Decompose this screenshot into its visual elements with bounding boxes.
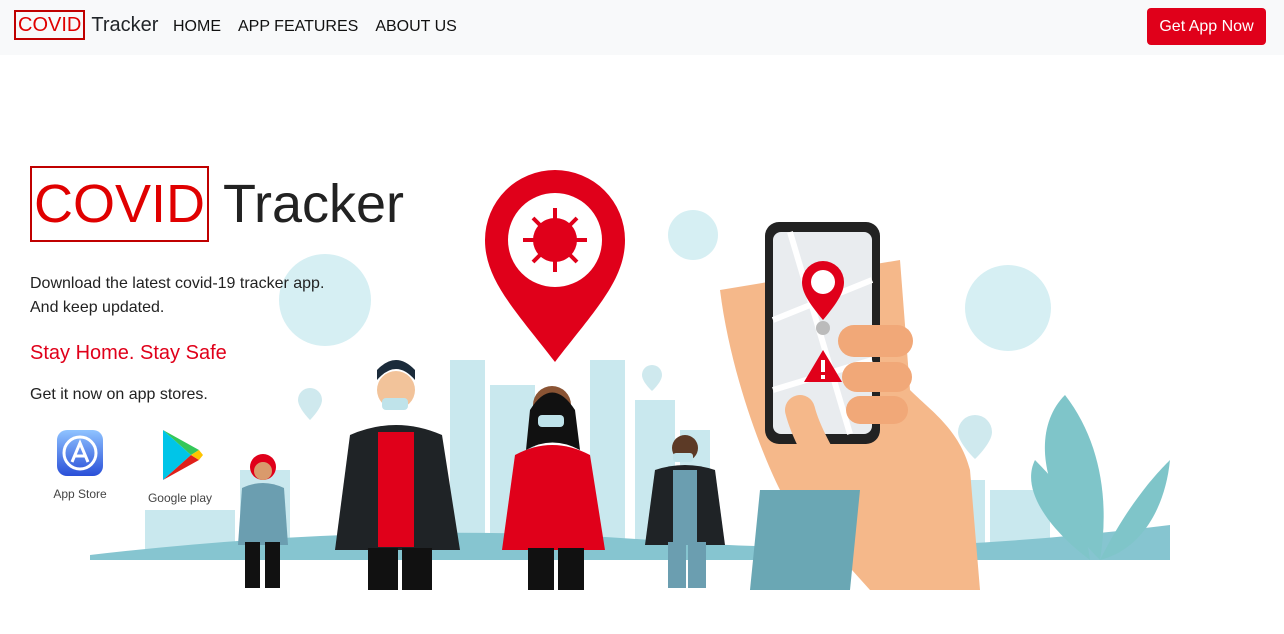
brand-covid-text: COVID <box>14 10 86 40</box>
hero-slogan: Stay Home. Stay Safe <box>30 342 227 364</box>
hero-title-covid: COVID <box>30 166 210 242</box>
nav-link-about-us[interactable]: ABOUT US <box>375 16 457 38</box>
decor-circle <box>965 265 1051 351</box>
nav-menu: HOME APP FEATURES ABOUT US <box>173 16 474 38</box>
nav-link-home[interactable]: HOME <box>173 16 221 38</box>
brand-tracker-text: Tracker <box>91 14 159 36</box>
brand-logo[interactable]: COVID Tracker <box>14 10 158 40</box>
google-play-link[interactable]: Google play <box>144 428 216 505</box>
nav-link-app-features[interactable]: APP FEATURES <box>238 16 358 38</box>
get-it-text: Get it now on app stores. <box>30 386 208 403</box>
app-store-link[interactable]: App Store <box>50 428 110 501</box>
hero-description-line2: And keep updated. <box>30 299 165 316</box>
app-store-icon <box>57 430 103 476</box>
google-play-label: Google play <box>147 491 213 505</box>
get-app-now-button[interactable]: Get App Now <box>1147 8 1266 45</box>
virus-location-pin <box>485 170 625 362</box>
hero-description-line1: Download the latest covid-19 tracker app… <box>30 275 325 292</box>
hero-title-tracker: Tracker <box>223 174 405 234</box>
hero-description: Download the latest covid-19 tracker app… <box>30 272 324 320</box>
decor-circle <box>668 210 718 260</box>
phone-in-hand <box>720 222 980 590</box>
hero-title: COVID Tracker <box>30 166 404 242</box>
navbar: COVID Tracker HOME APP FEATURES ABOUT US… <box>0 0 1284 55</box>
app-store-label: App Store <box>53 487 107 501</box>
google-play-icon <box>163 430 203 480</box>
